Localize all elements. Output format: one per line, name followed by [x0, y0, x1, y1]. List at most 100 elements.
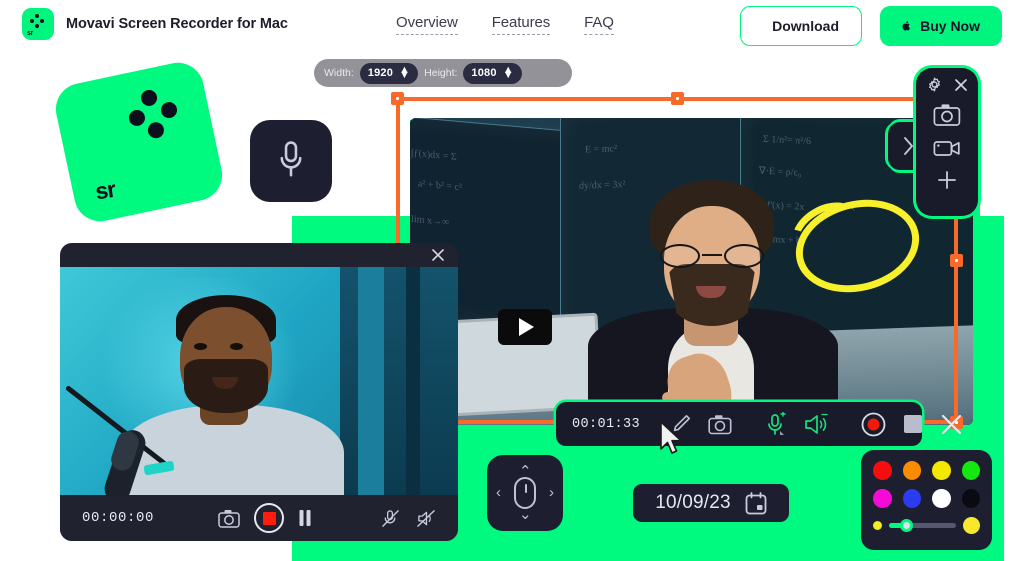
width-stepper-icon[interactable]: ▲ ▼ — [399, 65, 410, 81]
presenter-figure — [580, 158, 850, 425]
pause-icon[interactable] — [298, 509, 312, 527]
swatch-red[interactable] — [873, 461, 892, 480]
swatch-blue[interactable] — [902, 489, 921, 508]
mic-muted-icon[interactable] — [381, 509, 400, 528]
width-label: Width: — [324, 67, 354, 79]
record-button[interactable] — [861, 412, 886, 437]
mouse-icon — [514, 477, 536, 509]
webcam-timer: 00:00:00 — [82, 510, 155, 526]
logo-sr-text: sr — [27, 30, 34, 37]
close-icon — [941, 414, 962, 434]
camera-icon — [708, 414, 732, 434]
studio-microphone — [64, 385, 186, 495]
webcam-mute-controls — [381, 509, 436, 528]
webcam-window[interactable]: 00:00:00 — [60, 243, 458, 541]
webcam-controls — [218, 503, 312, 533]
swatch-white[interactable] — [932, 489, 951, 508]
webcam-feed — [60, 267, 458, 495]
stop-record-button[interactable] — [254, 503, 284, 533]
swatch-magenta[interactable] — [873, 489, 892, 508]
download-button[interactable]: Download — [740, 6, 862, 46]
microphone-icon — [768, 411, 786, 435]
camera-icon[interactable] — [933, 103, 961, 127]
decorative-logo-card: sr — [51, 57, 227, 227]
buy-now-button[interactable]: Buy Now — [880, 6, 1002, 46]
play-icon — [519, 318, 534, 336]
pencil-tool-button[interactable] — [670, 413, 692, 435]
microphone-icon — [280, 141, 302, 177]
height-stepper-icon[interactable]: ▲ ▼ — [503, 65, 514, 81]
webcam-toolbar: 00:00:00 — [60, 495, 458, 541]
main-nav: Overview Features FAQ — [396, 14, 614, 35]
speaker-muted-icon[interactable] — [416, 509, 436, 528]
buy-now-button-label: Buy Now — [920, 18, 980, 34]
resize-handle-top-center[interactable] — [671, 92, 684, 105]
arrow-down-icon[interactable]: ⌄ — [519, 507, 532, 522]
slider-max-dot — [963, 517, 980, 534]
color-palette-panel — [861, 450, 992, 550]
logo-card-text: sr — [93, 175, 117, 205]
height-label: Height: — [424, 67, 458, 79]
screenshot-button[interactable] — [708, 414, 732, 435]
nav-faq[interactable]: FAQ — [584, 14, 614, 35]
apple-icon — [902, 21, 910, 31]
chevron-right-icon — [904, 137, 913, 155]
site-header: sr Movavi Screen Recorder for Mac Overvi… — [0, 0, 1024, 52]
canvas-size-bar: Width: 1920 ▲ ▼ Height: 1080 ▲ ▼ — [314, 59, 572, 87]
stop-icon — [904, 415, 923, 433]
page-title: Movavi Screen Recorder for Mac — [66, 16, 288, 32]
play-button[interactable] — [498, 309, 552, 345]
swatch-yellow[interactable] — [932, 461, 951, 480]
recording-timer: 00:01:33 — [572, 416, 641, 432]
calendar-icon — [745, 491, 767, 514]
resize-handle-middle-right[interactable] — [950, 254, 963, 267]
speaker-toggle-button[interactable] — [804, 413, 829, 436]
video-camera-icon[interactable] — [933, 138, 961, 158]
palette-row-2 — [873, 489, 980, 508]
swatch-black[interactable] — [961, 489, 980, 508]
brush-size-slider[interactable] — [873, 517, 980, 534]
resize-handle-top-left[interactable] — [391, 92, 404, 105]
annotation-tools — [654, 413, 748, 435]
main-video-preview[interactable]: ∫ƒ(x)dx = Σ a² + b² = c² lim x→∞ E = mc²… — [410, 118, 973, 425]
slider-min-dot — [873, 521, 882, 530]
date-value: 10/09/23 — [655, 492, 731, 513]
webcam-titlebar — [60, 243, 458, 267]
nav-overview[interactable]: Overview — [396, 14, 458, 35]
height-input[interactable]: 1080 ▲ ▼ — [463, 62, 522, 84]
slider-track[interactable] — [889, 519, 956, 532]
audio-tools — [748, 411, 845, 437]
close-icon[interactable] — [954, 78, 968, 92]
download-button-label: Download — [772, 18, 839, 34]
swatch-green[interactable] — [961, 461, 980, 480]
record-controls — [845, 412, 979, 437]
record-icon — [861, 412, 886, 436]
panel-header — [927, 77, 968, 92]
close-icon[interactable] — [430, 247, 446, 263]
palette-row-1 — [873, 461, 980, 480]
speaker-icon — [805, 413, 828, 434]
brand: sr Movavi Screen Recorder for Mac — [22, 8, 288, 40]
app-logo-icon: sr — [22, 8, 54, 40]
pencil-icon — [673, 415, 691, 432]
schedule-date-widget[interactable]: 10/09/23 — [633, 484, 789, 522]
tools-side-panel — [916, 68, 978, 216]
microphone-tile[interactable] — [250, 120, 332, 202]
nav-features[interactable]: Features — [491, 14, 550, 35]
swatch-orange[interactable] — [902, 461, 921, 480]
camera-icon[interactable] — [218, 509, 240, 528]
stop-button[interactable] — [902, 413, 924, 435]
microphone-toggle-button[interactable] — [764, 411, 788, 437]
close-recording-button[interactable] — [940, 413, 963, 436]
arrow-right-icon[interactable]: › — [549, 485, 554, 500]
logo-card-dots — [51, 58, 198, 140]
arrow-left-icon[interactable]: ‹ — [496, 485, 501, 500]
gear-icon[interactable] — [927, 77, 942, 92]
slider-knob[interactable] — [899, 519, 913, 532]
recording-toolbar: 00:01:33 — [556, 402, 962, 454]
height-value: 1080 — [471, 67, 497, 79]
page-root: sr Movavi Screen Recorder for Mac Overvi… — [0, 0, 1024, 561]
width-input[interactable]: 1920 ▲ ▼ — [359, 62, 419, 84]
stop-icon — [262, 511, 276, 525]
plus-icon[interactable] — [936, 169, 958, 191]
